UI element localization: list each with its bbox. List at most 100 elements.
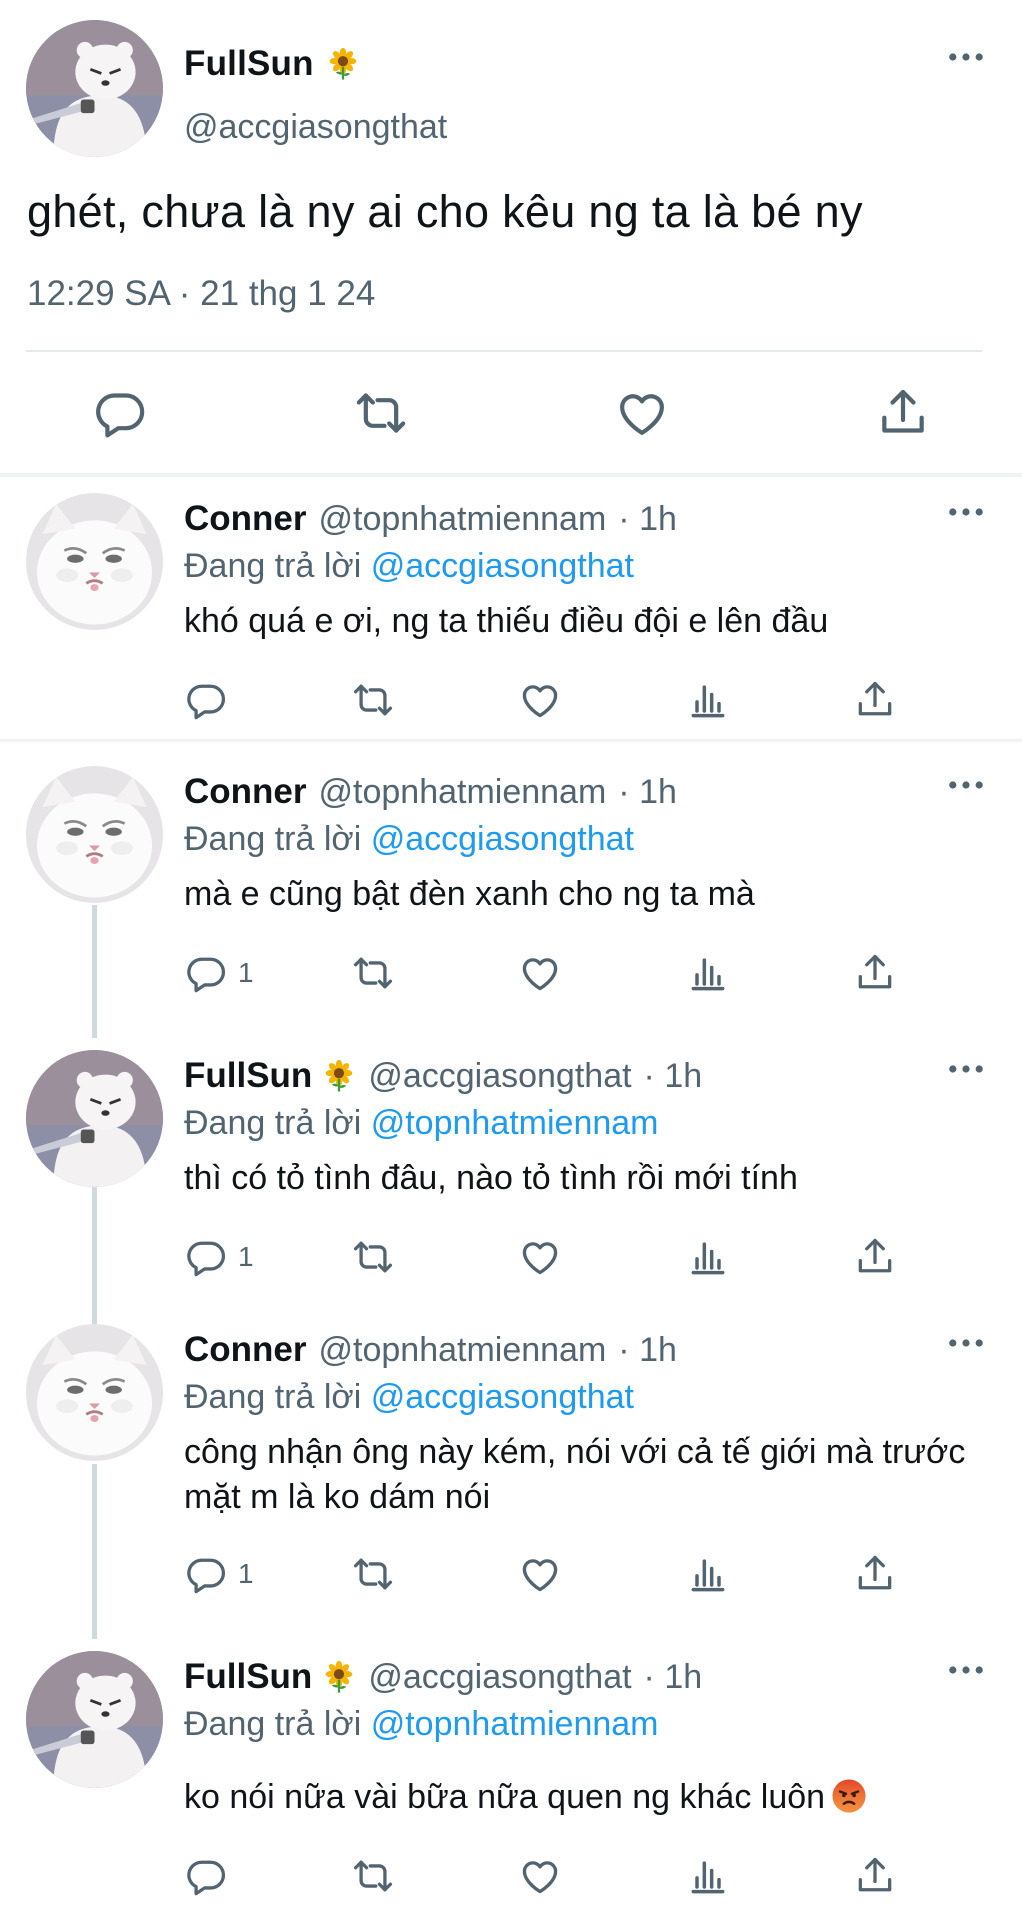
- reply-text: ko nói nữa vài bữa nữa quen ng khác luôn: [184, 1778, 826, 1816]
- mention-link[interactable]: @accgiasongthat: [371, 547, 634, 585]
- author-name[interactable]: FullSun: [184, 1657, 312, 1697]
- reply-body: ko nói nữa vài bữa nữa quen ng khác luôn: [184, 1775, 994, 1820]
- reply-time: · 1h: [643, 1657, 703, 1696]
- reply-text: mà e cũng bật đèn xanh cho ng ta mà: [184, 875, 755, 913]
- more-icon[interactable]: [948, 1062, 984, 1076]
- reply-tweet[interactable]: Conner @topnhatmiennam · 1h Đang trả lời…: [0, 1310, 1022, 1630]
- author-handle[interactable]: @accgiasongthat: [184, 108, 447, 147]
- reply-icon: [184, 1235, 228, 1279]
- sunflower-icon: [322, 1660, 356, 1694]
- reply-tweet[interactable]: Conner @topnhatmiennam · 1h Đang trả lời…: [0, 479, 1022, 741]
- avatar[interactable]: [26, 766, 163, 903]
- replying-label: Đang trả lời: [184, 820, 362, 858]
- replying-label: Đang trả lời: [184, 1104, 362, 1142]
- author-handle[interactable]: @topnhatmiennam: [319, 500, 607, 539]
- like-icon[interactable]: [518, 675, 562, 725]
- reply-actions: 1: [0, 1232, 1022, 1282]
- reply-button[interactable]: [184, 1851, 238, 1901]
- sunflower-icon: [326, 47, 360, 81]
- replying-to: Đang trả lời @accgiasongthat: [184, 820, 634, 859]
- reply-button[interactable]: 1: [184, 1549, 254, 1599]
- views-icon[interactable]: [686, 948, 730, 998]
- mention-link[interactable]: @accgiasongthat: [371, 1378, 634, 1416]
- divider: [0, 473, 1022, 477]
- tweet-timestamp[interactable]: 12:29 SA · 21 thg 1 24: [27, 274, 375, 314]
- reply-time: · 1h: [618, 772, 677, 811]
- views-icon[interactable]: [686, 1232, 730, 1282]
- retweet-icon[interactable]: [353, 385, 409, 441]
- mention-link[interactable]: @topnhatmiennam: [371, 1104, 659, 1142]
- retweet-icon[interactable]: [351, 675, 395, 725]
- retweet-icon[interactable]: [351, 1549, 395, 1599]
- more-icon[interactable]: [948, 505, 984, 519]
- share-icon[interactable]: [875, 385, 931, 441]
- avatar[interactable]: [26, 1050, 163, 1187]
- views-icon[interactable]: [686, 675, 730, 725]
- reply-tweet[interactable]: Conner @topnhatmiennam · 1h Đang trả lời…: [0, 752, 1022, 1022]
- divider: [26, 350, 982, 352]
- retweet-icon[interactable]: [351, 1232, 395, 1282]
- reply-tweet[interactable]: FullSun @accgiasongthat · 1h Đang trả lờ…: [0, 1036, 1022, 1306]
- share-icon[interactable]: [853, 675, 897, 725]
- author-name[interactable]: FullSun: [184, 44, 314, 84]
- avatar[interactable]: [26, 493, 163, 630]
- author-handle[interactable]: @accgiasongthat: [368, 1658, 631, 1697]
- author-handle[interactable]: @topnhatmiennam: [319, 1331, 607, 1370]
- tweet-text: ghét, chưa là ny ai cho kêu ng ta là bé …: [27, 186, 863, 237]
- views-icon[interactable]: [686, 1851, 730, 1901]
- share-icon[interactable]: [853, 948, 897, 998]
- mention-link[interactable]: @topnhatmiennam: [371, 1705, 659, 1743]
- reply-actions: 1: [0, 948, 1022, 998]
- reply-time: · 1h: [643, 1056, 703, 1095]
- author-name[interactable]: Conner: [184, 499, 307, 539]
- replying-label: Đang trả lời: [184, 1705, 362, 1743]
- avatar[interactable]: [26, 20, 163, 157]
- author-name[interactable]: Conner: [184, 1330, 307, 1370]
- replying-label: Đang trả lời: [184, 1378, 362, 1416]
- reply-icon[interactable]: [92, 385, 148, 441]
- avatar[interactable]: [26, 1324, 163, 1461]
- reply-icon: [184, 1552, 228, 1596]
- reply-button[interactable]: 1: [184, 948, 254, 998]
- retweet-icon[interactable]: [351, 948, 395, 998]
- like-icon[interactable]: [614, 385, 670, 441]
- author-handle[interactable]: @accgiasongthat: [368, 1057, 631, 1096]
- more-icon[interactable]: [948, 1336, 984, 1350]
- author-handle[interactable]: @topnhatmiennam: [319, 773, 607, 812]
- share-icon[interactable]: [853, 1851, 897, 1901]
- divider: [0, 739, 1022, 742]
- reply-icon: [184, 951, 228, 995]
- reply-tweet[interactable]: FullSun @accgiasongthat · 1h Đang trả lờ…: [0, 1637, 1022, 1920]
- share-icon[interactable]: [853, 1549, 897, 1599]
- avatar[interactable]: [26, 1651, 163, 1788]
- reply-icon: [184, 1854, 228, 1898]
- more-icon[interactable]: [948, 778, 984, 792]
- reply-icon: [184, 678, 228, 722]
- reply-text: thì có tỏ tình đâu, nào tỏ tình rồi mới …: [184, 1159, 798, 1197]
- retweet-icon[interactable]: [351, 1851, 395, 1901]
- reply-count: 1: [238, 1241, 254, 1272]
- like-icon[interactable]: [518, 1851, 562, 1901]
- reply-actions: [0, 675, 1022, 725]
- reply-count: 1: [238, 957, 254, 988]
- angry-face-icon: [831, 1778, 867, 1814]
- main-tweet: FullSun @accgiasongthat ghét, chưa là ny…: [0, 0, 1022, 477]
- like-icon[interactable]: [518, 1232, 562, 1282]
- share-icon[interactable]: [853, 1232, 897, 1282]
- reply-time: · 1h: [618, 499, 677, 538]
- like-icon[interactable]: [518, 948, 562, 998]
- more-icon[interactable]: [948, 50, 984, 64]
- reply-actions: [0, 1851, 1022, 1901]
- mention-link[interactable]: @accgiasongthat: [371, 820, 634, 858]
- views-icon[interactable]: [686, 1549, 730, 1599]
- more-icon[interactable]: [948, 1663, 984, 1677]
- replying-label: Đang trả lời: [184, 547, 362, 585]
- author-name[interactable]: Conner: [184, 772, 307, 812]
- replying-to: Đang trả lời @topnhatmiennam: [184, 1104, 659, 1143]
- like-icon[interactable]: [518, 1549, 562, 1599]
- reply-text: khó quá e ơi, ng ta thiếu điều đội e lên…: [184, 602, 829, 640]
- reply-button[interactable]: 1: [184, 1232, 254, 1282]
- author-name[interactable]: FullSun: [184, 1056, 312, 1096]
- reply-button[interactable]: [184, 675, 238, 725]
- reply-text: công nhận ông này kém, nói với cả tế giớ…: [184, 1433, 966, 1516]
